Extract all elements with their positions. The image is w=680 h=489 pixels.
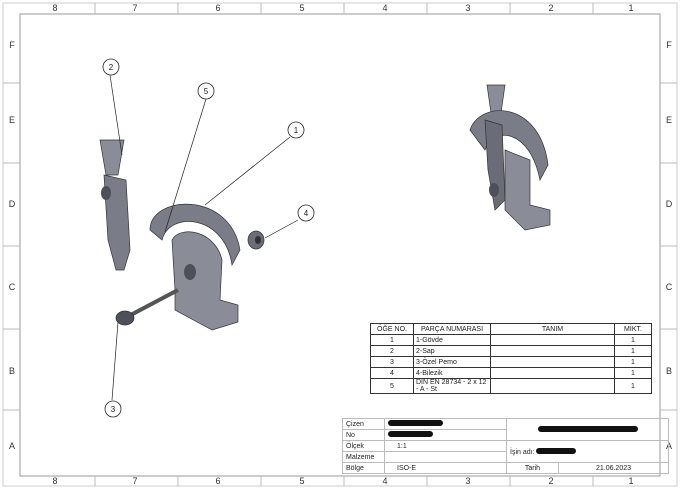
part-number: 2-Sap [413,345,491,357]
balloon-4: 4 [304,209,309,218]
description [490,345,615,357]
zone-row-f-right: F [666,40,672,50]
zone-row-d: D [8,199,16,209]
bom-row: 2 2-Sap 1 [370,345,652,357]
drawing-canvas: 1 2 3 4 5 [2,2,678,487]
part-handle [99,139,131,271]
outer-frame [2,2,678,487]
drawing-sheet: 1 2 3 4 5 8 7 6 5 4 3 2 1 8 7 6 5 4 3 2 … [0,0,680,489]
col-item-no: ÖĞE NO. [370,323,414,335]
zone-row-a: A [8,441,15,451]
balloon-5: 5 [204,87,209,96]
item-no: 2 [370,345,414,357]
job-name-label: İşin adı: [510,448,535,456]
bom-row: 4 4-Bilezik 1 [370,367,652,379]
zone-col-3-bottom: 3 [465,476,471,486]
zone-col-4-bottom: 4 [382,476,388,486]
zone-col-4: 4 [382,3,388,13]
zone-row-d-right: D [665,199,673,209]
quantity: 1 [614,367,652,379]
part-ring [247,230,265,250]
part-number: 1-Gövde [413,334,491,346]
drawn-by-label: Çizen [342,418,385,430]
bom-row: 1 1-Gövde 1 [370,334,652,346]
description [490,356,615,368]
quantity: 1 [614,334,652,346]
date-label: Tarih [506,462,559,474]
zone-col-7-bottom: 7 [132,476,138,486]
zone-row-c-right: C [665,282,673,292]
bom-row: 5 DIN EN 28734 - 2 x 12 - A - St 1 [370,378,652,394]
balloons [102,58,315,418]
description [490,334,615,346]
quantity: 1 [614,356,652,368]
zone-col-2-bottom: 2 [548,476,554,486]
zone-col-8-bottom: 8 [52,476,58,486]
zone-row-e-right: E [665,115,672,125]
balloon-1: 1 [294,126,299,135]
item-no: 1 [370,334,414,346]
part-number: 4-Bilezik [413,367,491,379]
scale-label: Ölçek [342,440,385,452]
zone-col-1: 1 [628,3,634,13]
region-value: ISO-E [384,462,507,474]
part-number: DIN EN 28734 - 2 x 12 - A - St [413,378,491,394]
region-label: Bölge [342,462,385,474]
title-block: Çizen No Ölçek 1:1 İşin adı: Malzeme Bölge… [342,418,669,474]
zone-col-5-bottom: 5 [299,476,305,486]
number-label: No [342,429,385,441]
balloon-2: 2 [109,63,114,72]
part-pin [115,288,179,326]
assembly-view [469,84,551,231]
zone-row-e: E [8,115,15,125]
zone-row-f: F [9,40,15,50]
zone-col-6-bottom: 6 [215,476,221,486]
balloon-3: 3 [111,405,116,414]
redacted-job-name [536,447,577,454]
bom-header: ÖĞE NO. PARÇA NUMARASI TANIM MİKT. [370,323,652,335]
bom-row: 3 3-Özel Pemo 1 [370,356,652,368]
zone-col-5: 5 [299,3,305,13]
zone-row-c: C [8,282,16,292]
zone-col-1-bottom: 1 [628,476,634,486]
item-no: 3 [370,356,414,368]
date-value: 21.06.2023 [558,462,669,474]
zone-col-6: 6 [215,3,221,13]
item-no: 5 [370,378,414,394]
zone-col-7: 7 [132,3,138,13]
bill-of-materials: ÖĞE NO. PARÇA NUMARASI TANIM MİKT. 1 1-Gö… [370,323,652,394]
col-quantity: MİKT. [614,323,652,335]
item-no: 4 [370,367,414,379]
zone-col-3: 3 [465,3,471,13]
material-label: Malzeme [342,451,385,463]
col-part-number: PARÇA NUMARASI [413,323,491,335]
redacted-title [537,425,638,432]
redacted-name [388,420,443,426]
zone-row-b-right: B [665,366,672,376]
description [490,378,615,394]
part-body [149,203,241,331]
col-description: TANIM [490,323,615,335]
zone-ticks [3,3,677,486]
part-number: 3-Özel Pemo [413,356,491,368]
quantity: 1 [614,378,652,394]
zone-col-8: 8 [52,3,58,13]
quantity: 1 [614,345,652,357]
zone-col-2: 2 [548,3,554,13]
scale-value: 1:1 [384,440,507,452]
description [490,367,615,379]
redacted-number [388,431,433,437]
zone-row-b: B [8,366,15,376]
